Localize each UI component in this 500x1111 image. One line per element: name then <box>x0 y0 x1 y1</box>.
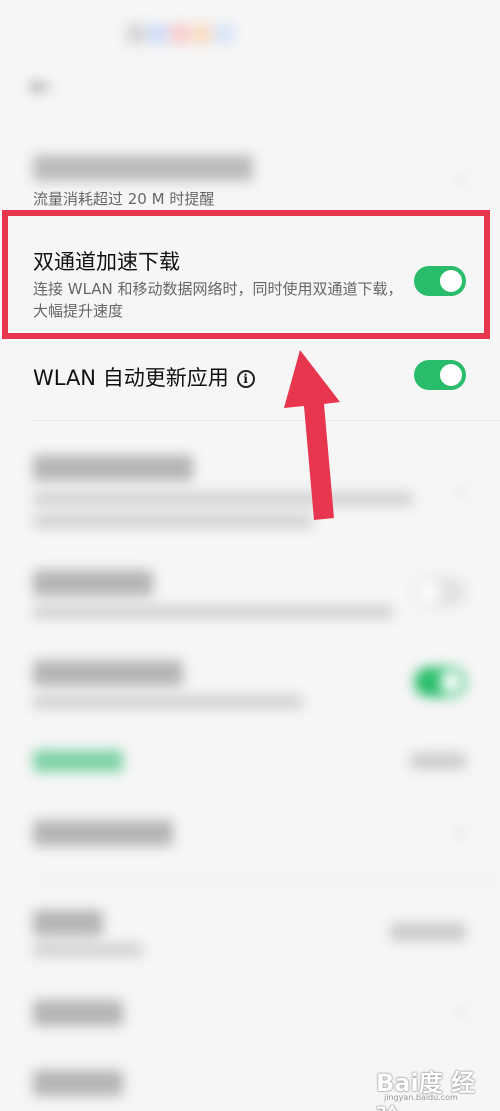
row-title <box>33 155 253 181</box>
notification-icon <box>130 28 142 40</box>
chevron-right-icon: › <box>457 168 466 193</box>
row-title-container: WLAN 自动更新应用 i <box>33 362 255 392</box>
wlan-auto-update-toggle[interactable] <box>414 360 466 390</box>
blurred-subtitle <box>33 605 393 619</box>
blurred-value <box>410 753 466 769</box>
blurred-title <box>33 750 123 772</box>
wlan-auto-update-row[interactable]: WLAN 自动更新应用 i <box>0 350 500 410</box>
divider <box>33 420 500 421</box>
status-bar <box>0 0 500 64</box>
status-notification-icons <box>130 28 230 40</box>
notification-icon <box>218 28 230 40</box>
back-arrow-icon[interactable]: ← <box>30 72 52 102</box>
chevron-right-icon: › <box>457 821 466 846</box>
blurred-title <box>33 1000 123 1026</box>
chevron-right-icon: › <box>457 1001 466 1026</box>
blurred-title <box>33 910 103 936</box>
watermark-logo: Bai度 经验 <box>376 1069 476 1111</box>
blurred-title <box>33 455 193 481</box>
blurred-subtitle <box>33 492 413 506</box>
blurred-row[interactable] <box>0 905 500 965</box>
info-icon[interactable]: i <box>236 370 255 388</box>
blurred-title <box>33 1070 123 1096</box>
chevron-right-icon: › <box>457 480 466 505</box>
notification-icon <box>152 28 164 40</box>
blurred-toggle[interactable] <box>414 577 466 607</box>
blurred-subtitle <box>33 695 303 709</box>
blurred-title <box>33 820 173 846</box>
blurred-row[interactable] <box>0 655 500 715</box>
notification-icon <box>174 28 186 40</box>
row-subtitle: 流量消耗超过 20 M 时提醒 <box>33 190 215 208</box>
blurred-row[interactable]: › <box>0 450 500 540</box>
blurred-row[interactable]: › <box>0 995 500 1035</box>
divider <box>33 880 500 881</box>
blurred-row[interactable] <box>0 565 500 625</box>
highlight-box <box>2 210 490 339</box>
annotation-arrow-icon <box>284 350 340 520</box>
blurred-title <box>33 660 183 686</box>
notification-icon <box>196 28 208 40</box>
blurred-subtitle <box>33 943 143 957</box>
blurred-title <box>33 570 153 596</box>
watermark: Bai度 经验 jingyan.baidu.com <box>376 1063 486 1111</box>
mobile-network-reminder-row[interactable]: 流量消耗超过 20 M 时提醒 › <box>0 150 500 210</box>
blurred-toggle[interactable] <box>414 667 466 697</box>
blurred-value <box>390 923 466 941</box>
blurred-row[interactable] <box>0 745 500 785</box>
watermark-url: jingyan.baidu.com <box>384 1093 458 1102</box>
row-title: WLAN 自动更新应用 <box>33 366 229 390</box>
page-header: ← <box>0 64 500 114</box>
blurred-row[interactable]: › <box>0 815 500 855</box>
